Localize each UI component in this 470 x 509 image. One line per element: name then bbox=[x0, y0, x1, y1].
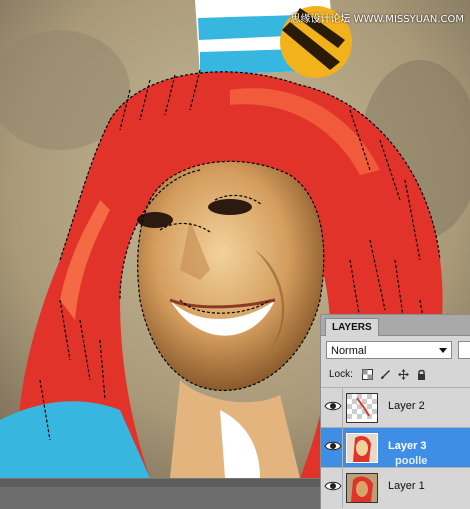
eye-icon bbox=[324, 441, 342, 451]
layer-name[interactable]: Layer 3 bbox=[388, 440, 427, 452]
watermark-logo: poolle bbox=[395, 455, 428, 467]
status-bar bbox=[0, 478, 320, 509]
layer-name[interactable]: Layer 2 bbox=[388, 400, 425, 412]
eye-icon bbox=[324, 401, 342, 411]
transparency-lock-icon[interactable] bbox=[361, 369, 373, 381]
blend-mode-row: Normal bbox=[321, 336, 470, 364]
chevron-down-icon bbox=[439, 348, 447, 353]
brush-lock-icon[interactable] bbox=[379, 369, 391, 381]
layer-name[interactable]: Layer 1 bbox=[388, 480, 425, 492]
layer-visibility-toggle[interactable] bbox=[321, 468, 343, 508]
layer-thumbnail bbox=[346, 473, 378, 503]
layer-visibility-toggle[interactable] bbox=[321, 428, 343, 468]
lock-label: Lock: bbox=[329, 369, 353, 380]
layer-row-layer-2[interactable]: Layer 2 bbox=[321, 387, 470, 428]
layer-visibility-toggle[interactable] bbox=[321, 388, 343, 428]
panel-tab-bar: LAYERS bbox=[321, 315, 470, 336]
blend-mode-value: Normal bbox=[331, 345, 367, 357]
tab-layers[interactable]: LAYERS bbox=[325, 318, 379, 336]
status-bar-inner bbox=[0, 487, 320, 509]
watermark-text: 思缘设计论坛 WWW.MISSYUAN.COM bbox=[290, 14, 464, 25]
layers-panel: LAYERS Normal Lock: Layer 2 Layer 3 Laye… bbox=[320, 314, 470, 509]
blend-mode-select[interactable]: Normal bbox=[326, 341, 452, 359]
lock-row: Lock: bbox=[321, 364, 470, 386]
move-lock-icon[interactable] bbox=[397, 369, 409, 381]
layer-thumbnail bbox=[346, 393, 378, 423]
eye-icon bbox=[324, 481, 342, 491]
opacity-field[interactable] bbox=[458, 341, 470, 359]
layer-row-layer-1[interactable]: Layer 1 bbox=[321, 467, 470, 508]
padlock-icon[interactable] bbox=[415, 369, 427, 381]
layer-thumbnail bbox=[346, 433, 378, 463]
